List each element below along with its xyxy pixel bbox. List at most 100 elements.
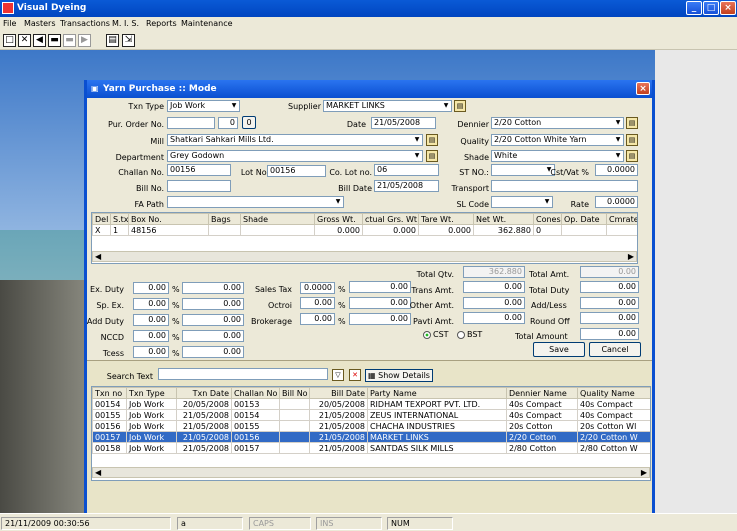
table-cell[interactable]: Job Work [126,431,177,443]
column-header[interactable]: Gross Wt. [314,213,363,225]
table-cell[interactable]: 00154 [92,398,127,410]
last-icon[interactable]: ▶ [78,34,91,47]
cancel-button[interactable]: Cancel [589,342,641,357]
column-header[interactable]: S.txt [110,213,129,225]
column-header[interactable]: Txn no [92,387,127,399]
cst-radio[interactable]: CST [423,330,449,339]
table-cell[interactable]: 00156 [92,420,127,432]
column-header[interactable]: Cmrate [606,213,637,225]
new-icon[interactable]: □ [3,34,16,47]
table-cell[interactable]: X [92,224,111,236]
shade-lookup-icon[interactable]: ▤ [626,150,638,162]
table-cell[interactable]: 0.000 [314,224,363,236]
table-cell[interactable]: 40s Compact [577,409,650,421]
print-icon[interactable]: ▤ [106,34,119,47]
dennier-lookup-icon[interactable]: ▤ [626,117,638,129]
supplier-select[interactable]: MARKET LINKS ▼ [323,100,452,112]
table-cell[interactable]: 21/05/2008 [176,409,232,421]
table-row[interactable]: X 1 48156 0.000 0.000 0.000 362.880 0 [92,224,637,236]
table-cell[interactable]: 20/05/2008 [309,398,368,410]
next-icon[interactable]: ▬ [63,34,76,47]
rate-input[interactable]: 0.0000 [595,196,638,208]
table-row[interactable]: 00155 Job Work 21/05/2008 00154 21/05/2008 ZE… [92,409,650,421]
octroi-pct[interactable]: 0.00 [300,297,335,309]
menu-mis[interactable]: M. I. S. [112,19,139,28]
table-cell[interactable]: 2/80 Cotton [506,442,578,454]
pur-order-no-input[interactable]: 0 [218,117,238,129]
tcess-amt[interactable]: 0.00 [182,346,244,358]
sp-ex-amt[interactable]: 0.00 [182,298,244,310]
table-cell[interactable]: 21/05/2008 [309,409,368,421]
supplier-lookup-icon[interactable]: ▤ [454,100,466,112]
table-cell[interactable]: 20s Cotton Wl [577,420,650,432]
table-cell[interactable]: SANTDAS SILK MILLS [367,442,507,454]
table-cell[interactable] [208,224,241,236]
table-cell[interactable]: 40s Compact [506,398,578,410]
first-icon[interactable]: ◀ [33,34,46,47]
add-less-input[interactable]: 0.00 [580,297,639,309]
menu-maintenance[interactable]: Maintenance [181,19,233,28]
bill-date-input[interactable]: 21/05/2008 [374,180,439,192]
pur-order-input[interactable] [167,117,215,129]
co-lot-input[interactable]: 06 [374,164,439,176]
clear-filter-icon[interactable]: ✕ [349,369,361,381]
table-cell[interactable]: 40s Compact [506,409,578,421]
brokerage-pct[interactable]: 0.00 [300,313,335,325]
table-cell[interactable]: 21/05/2008 [176,442,232,454]
search-input[interactable] [158,368,328,380]
sales-tax-amt[interactable]: 0.00 [349,281,411,293]
quality-lookup-icon[interactable]: ▤ [626,134,638,146]
column-header[interactable]: Challan No [231,387,280,399]
table-cell[interactable]: 1 [110,224,129,236]
table-cell[interactable]: 20s Cotton [506,420,578,432]
menu-file[interactable]: File [3,19,16,28]
table-cell[interactable]: 21/05/2008 [309,420,368,432]
table-cell[interactable]: 362.880 [473,224,534,236]
trans-amt-input[interactable]: 0.00 [463,281,525,293]
column-header[interactable]: ctual Grs. Wt. [362,213,419,225]
dennier-select[interactable]: 2/20 Cotton ▼ [491,117,624,129]
maximize-button[interactable]: □ [703,1,719,15]
table-cell[interactable]: 40s Compact [577,398,650,410]
table-cell[interactable]: 00155 [231,420,280,432]
table-cell[interactable]: Job Work [126,420,177,432]
add-duty-pct[interactable]: 0.00 [133,314,169,326]
column-header[interactable]: Bill No [279,387,310,399]
pur-order-button[interactable]: 0 [242,116,256,129]
transport-input[interactable] [491,180,638,192]
mill-lookup-icon[interactable]: ▤ [426,134,438,146]
sp-ex-pct[interactable]: 0.00 [133,298,169,310]
table-cell[interactable]: 20/05/2008 [176,398,232,410]
table-row[interactable]: 00158 Job Work 21/05/2008 00157 21/05/2008 SA… [92,442,650,454]
table-cell[interactable]: Job Work [126,409,177,421]
ex-duty-amt[interactable]: 0.00 [182,282,244,294]
column-header[interactable]: Party Name [367,387,507,399]
scroll-left-icon[interactable]: ◀ [95,252,101,261]
sl-code-select[interactable]: ▼ [491,196,553,208]
pavti-amt-input[interactable]: 0.00 [463,312,525,324]
table-cell[interactable] [279,420,310,432]
st-no-select[interactable]: ▼ [491,164,555,176]
table-row[interactable]: 00156 Job Work 21/05/2008 00155 21/05/2008 CH… [92,420,650,432]
delete-icon[interactable]: ✕ [18,34,31,47]
nccd-pct[interactable]: 0.00 [133,330,169,342]
department-select[interactable]: Grey Godown ▼ [167,150,423,162]
prev-icon[interactable]: ▬ [48,34,61,47]
table-cell[interactable]: ZEUS INTERNATIONAL [367,409,507,421]
scroll-left-icon[interactable]: ◀ [95,468,101,477]
table-cell[interactable]: 00155 [92,409,127,421]
table-cell[interactable]: 00153 [231,398,280,410]
menu-reports[interactable]: Reports [146,19,177,28]
column-header[interactable]: Del [92,213,111,225]
table-row[interactable]: 00157 Job Work 21/05/2008 00156 21/05/2008 MA… [92,431,650,443]
table-cell[interactable]: 00156 [231,431,280,443]
scroll-right-icon[interactable]: ▶ [628,252,634,261]
show-details-button[interactable]: ▦ Show Details [365,369,433,382]
list-grid-scrollbar[interactable]: ◀ ▶ [92,467,650,478]
table-cell[interactable]: 0.000 [418,224,474,236]
table-cell[interactable]: 0 [533,224,562,236]
cst-vat-input[interactable]: 0.0000 [595,164,638,176]
tcess-pct[interactable]: 0.00 [133,346,169,358]
column-header[interactable]: Bill Date [309,387,368,399]
table-cell[interactable]: 00157 [231,442,280,454]
